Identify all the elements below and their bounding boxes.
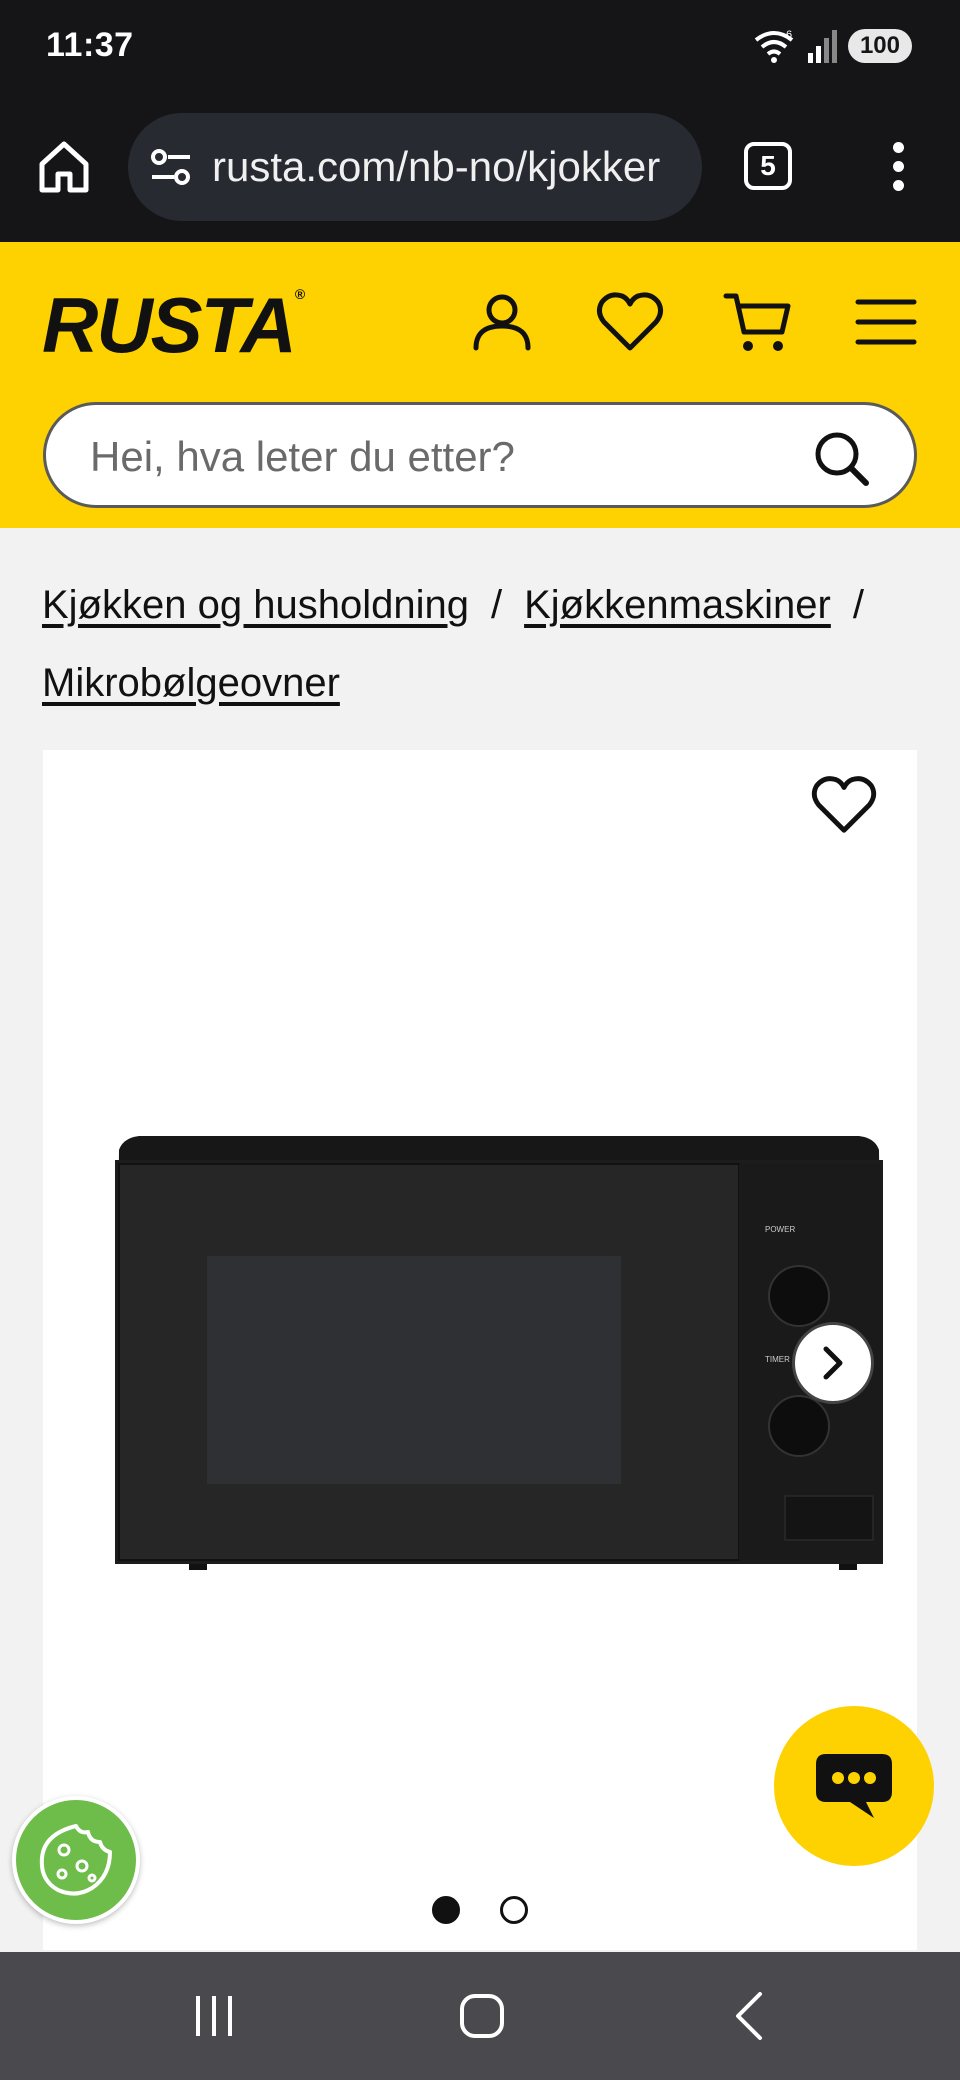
site-header: RUSTA® Hei, hva leter du etter?: [0, 242, 960, 528]
wishlist-heart-icon[interactable]: [594, 286, 666, 358]
cart-icon[interactable]: [722, 286, 794, 358]
signal-icon: [807, 30, 837, 63]
status-time: 11:37: [46, 26, 134, 64]
timer-label: TIMER: [765, 1355, 790, 1364]
carousel-pagination: [43, 1896, 917, 1924]
battery-indicator: 100: [847, 29, 912, 63]
rusta-logo[interactable]: RUSTA®: [42, 280, 305, 371]
browser-menu-icon[interactable]: [878, 136, 918, 198]
breadcrumb-link-kitchen-appliances[interactable]: Kjøkkenmaskiner: [524, 583, 831, 627]
back-icon[interactable]: [722, 1986, 782, 2046]
chat-button[interactable]: [774, 1706, 934, 1866]
search-placeholder: Hei, hva leter du etter?: [90, 433, 515, 480]
hamburger-menu-icon[interactable]: [850, 286, 922, 358]
browser-toolbar: rusta.com/nb-no/kjokker 5: [0, 96, 960, 242]
power-label: POWER: [765, 1225, 795, 1234]
logo-text: RUSTA: [42, 281, 297, 369]
search-input[interactable]: Hei, hva leter du etter?: [43, 402, 917, 508]
breadcrumb: Kjøkken og husholdning / Kjøkkenmaskiner / …: [42, 566, 922, 722]
search-icon[interactable]: [812, 429, 870, 487]
breadcrumb-separator: /: [490, 583, 503, 627]
status-icons: 6 100: [752, 28, 912, 64]
system-navigation-bar: [0, 1952, 960, 2080]
carousel-next-button[interactable]: [792, 1322, 874, 1404]
account-icon[interactable]: [466, 286, 538, 358]
site-settings-icon[interactable]: [148, 145, 194, 191]
breadcrumb-separator: /: [852, 583, 864, 627]
wifi-icon: 6: [754, 29, 794, 63]
url-text: rusta.com/nb-no/kjokker: [212, 143, 661, 190]
registered-mark: ®: [294, 286, 305, 302]
recent-apps-icon[interactable]: [184, 1986, 244, 2046]
product-image-microwave: POWER TIMER: [115, 1136, 883, 1570]
chevron-right-icon: [823, 1346, 843, 1380]
tab-switcher-button[interactable]: 5: [744, 142, 792, 190]
chat-bubble-icon: [816, 1754, 892, 1818]
status-bar: 11:37 6 100: [0, 0, 960, 96]
breadcrumb-link-microwaves[interactable]: Mikrobølgeovner: [42, 661, 340, 705]
carousel-dot-2[interactable]: [500, 1896, 528, 1924]
address-bar[interactable]: rusta.com/nb-no/kjokker: [128, 113, 702, 221]
wifi-label: 6: [786, 29, 792, 41]
breadcrumb-link-kitchen-household[interactable]: Kjøkken og husholdning: [42, 583, 469, 627]
favorite-heart-icon[interactable]: [809, 770, 879, 840]
home-nav-icon[interactable]: [452, 1986, 512, 2046]
home-icon[interactable]: [34, 136, 94, 196]
cookie-settings-button[interactable]: [12, 1796, 140, 1924]
cookie-icon: [39, 1824, 112, 1896]
carousel-dot-1[interactable]: [432, 1896, 460, 1924]
